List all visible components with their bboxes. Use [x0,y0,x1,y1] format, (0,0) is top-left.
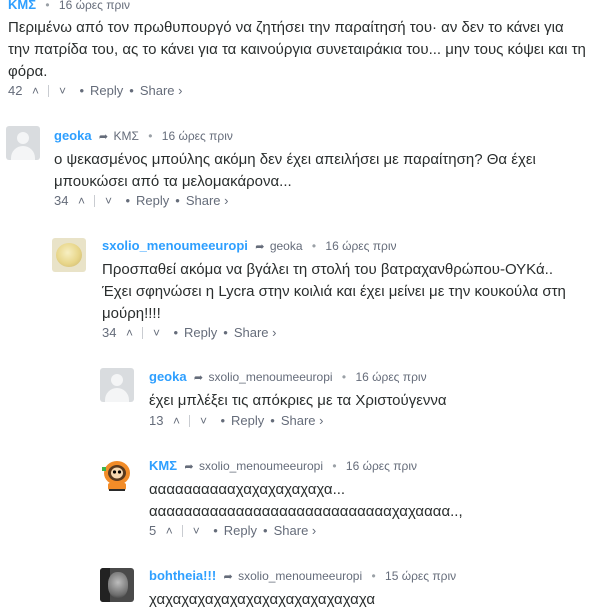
vote-divider [189,414,191,427]
comment-author[interactable]: geoka [149,369,187,384]
chevron-down-icon[interactable]: ˅ [189,524,203,538]
reply-to-author[interactable]: geoka [270,239,303,253]
share-arrow-icon: ➦ [223,571,233,583]
separator-dot: • [371,569,376,583]
comment-body: Περιμένω από τον πρωθυπουργό να ζητήσει … [8,17,593,83]
chevron-up-icon[interactable]: ˄ [162,524,176,538]
separator-dot: • [148,129,153,143]
comment-time[interactable]: 16 ώρες πριν [59,0,130,12]
comment-line: έχει μπλέξει τις απόκριες με τα Χριστούγ… [149,392,447,409]
comment-footer: 42 ˄ ˅ • Reply • Share › [8,83,183,98]
comment-line: ααααααααααααααααααααααααααααχαχαααα.., [149,503,463,520]
separator-dot: • [45,0,50,12]
share-arrow-icon: ➦ [255,241,265,253]
comment-line: την πατρίδα του, ας το κάνει για τα καιν… [8,41,586,58]
share-arrow-icon: ➦ [193,372,204,384]
avatar[interactable] [52,238,86,272]
reply-button[interactable]: Reply [184,325,217,340]
separator-dot: • [341,370,347,384]
separator-dot: • [332,459,337,473]
separator-dot: • [311,239,317,253]
vote-divider [182,524,184,537]
comment-header: ΚΜΣ ➦ sxolio_menoumeeuropi • 16 ώρες πρι… [149,458,417,473]
vote-divider [48,84,50,97]
comment-time[interactable]: 16 ώρες πριν [325,239,396,253]
reply-to-author[interactable]: sxolio_menoumeeuropi [238,569,362,583]
comment-line: μούρη!!!! [102,305,161,322]
vote-count: 13 [149,413,164,428]
share-arrow-icon: ➦ [98,131,109,143]
comment-header: bohtheia!!! ➦ sxolio_menoumeeuropi • 15 … [149,568,456,583]
vote-count: 34 [54,193,69,208]
comment-line: Περιμένω από τον πρωθυπουργό να ζητήσει … [8,19,564,36]
kenny-avatar-icon [102,461,130,491]
comment-footer: 13 ˄ ˅ • Reply • Share › [149,413,324,428]
reply-to-author[interactable]: ΚΜΣ [113,129,138,143]
avatar[interactable] [6,126,40,160]
comment-body: Προσπαθεί ακόμα να βγάλει τη στολή του β… [102,259,594,325]
comment-body: ααααααααααχαχαχαχαχαχα... αααααααααααααα… [149,479,594,523]
comment-time[interactable]: 16 ώρες πριν [162,129,233,143]
comment-line: μπουκώσει από τα μελομακάρονα... [54,173,292,190]
share-button[interactable]: Share › [274,523,317,538]
chevron-up-icon[interactable]: ˄ [74,194,88,208]
vote-count: 42 [8,83,23,98]
reply-button[interactable]: Reply [224,523,257,538]
comment-footer: 5 ˄ ˅ • Reply • Share › [149,523,317,538]
share-button[interactable]: Share › [186,193,229,208]
vote-divider [142,326,144,339]
comment-header: ΚΜΣ • 16 ώρες πριν [8,0,130,12]
comment-author[interactable]: ΚΜΣ [8,0,36,12]
comment-author[interactable]: bohtheia!!! [149,568,216,583]
chevron-down-icon[interactable]: ˅ [55,84,69,98]
vote-count: 5 [149,523,157,538]
comment-time[interactable]: 15 ώρες πριν [385,569,456,583]
comment-author[interactable]: sxolio_menoumeeuropi [102,238,248,253]
reply-button[interactable]: Reply [90,83,123,98]
chevron-up-icon[interactable]: ˄ [28,84,42,98]
reply-button[interactable]: Reply [136,193,169,208]
chevron-down-icon[interactable]: ˅ [149,326,163,340]
vote-count: 34 [102,325,117,340]
share-button[interactable]: Share › [140,83,183,98]
comment-line: Έχει σφηνώσει η Lycra στην κοιλιά και έχ… [102,283,566,300]
comment-line: ααααααααααχαχαχαχαχαχα... [149,481,346,498]
comment-line: Προσπαθεί ακόμα να βγάλει τη στολή του β… [102,261,553,278]
share-arrow-icon: ➦ [184,461,194,473]
reply-button[interactable]: Reply [231,413,264,428]
comment-footer: 34 ˄ ˅ • Reply • Share › [54,193,229,208]
comment-body: ο ψεκασμένος μπούλης ακόμη δεν έχει απει… [54,149,594,193]
reply-to-author[interactable]: sxolio_menoumeeuropi [199,459,323,473]
comment-line: φόρα. [8,63,48,80]
avatar[interactable] [100,568,134,602]
avatar[interactable] [100,458,134,492]
comment-author[interactable]: geoka [54,128,92,143]
avatar[interactable] [100,368,134,402]
comment-author[interactable]: ΚΜΣ [149,458,177,473]
comment-header: sxolio_menoumeeuropi ➦ geoka • 16 ώρες π… [102,238,397,253]
comment-header: geoka ➦ sxolio_menoumeeuropi • 16 ώρες π… [149,369,427,384]
chevron-up-icon[interactable]: ˄ [169,414,183,428]
share-button[interactable]: Share › [281,413,324,428]
chevron-up-icon[interactable]: ˄ [122,326,136,340]
comment-header: geoka ➦ ΚΜΣ • 16 ώρες πριν [54,128,233,143]
chevron-down-icon[interactable]: ˅ [101,194,115,208]
share-button[interactable]: Share › [234,325,277,340]
comment-time[interactable]: 16 ώρες πριν [355,370,426,384]
comment-body: έχει μπλέξει τις απόκριες με τα Χριστούγ… [149,390,594,412]
comment-footer: 34 ˄ ˅ • Reply • Share › [102,325,277,340]
chevron-down-icon[interactable]: ˅ [196,414,210,428]
comment-time[interactable]: 16 ώρες πριν [346,459,417,473]
vote-divider [94,194,96,207]
reply-to-author[interactable]: sxolio_menoumeeuropi [208,370,332,384]
comment-line: ο ψεκασμένος μπούλης ακόμη δεν έχει απει… [54,151,536,168]
